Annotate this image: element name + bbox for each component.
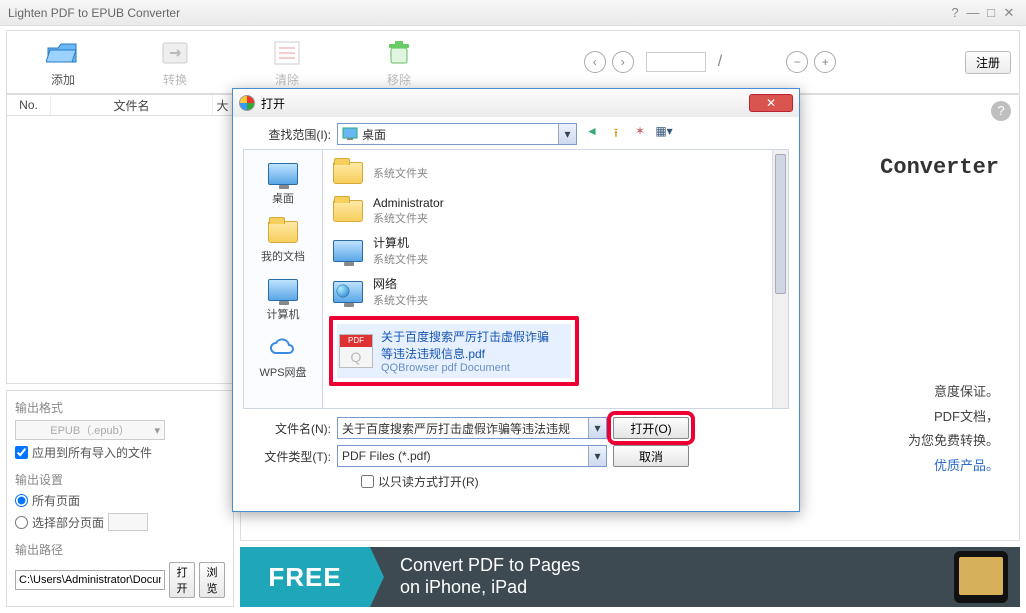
up-icon[interactable]: ⭱ — [607, 124, 625, 145]
lookin-label: 查找范围(I): — [243, 126, 331, 143]
zoom-in-button[interactable]: + — [814, 51, 836, 73]
settings-panel: 输出格式 EPUB（.epub） 应用到所有导入的文件 输出设置 所有页面 选择… — [6, 390, 234, 607]
selected-file-highlight: 关于百度搜索严厉打击虚假诈骗 等违法违规信息.pdf QQBrowser pdf… — [329, 316, 579, 386]
file-table-header: No. 文件名 大 — [6, 94, 234, 116]
open-path-button[interactable]: 打开 — [169, 562, 195, 598]
add-button[interactable]: 添加 — [7, 37, 119, 88]
folder-icon — [333, 200, 363, 222]
view-menu-icon[interactable]: ▦▾ — [655, 124, 673, 145]
browse-path-button[interactable]: 浏览 — [199, 562, 225, 598]
file-item-selected[interactable]: 关于百度搜索严厉打击虚假诈骗 等违法违规信息.pdf QQBrowser pdf… — [337, 324, 571, 378]
file-item[interactable]: Administrator系统文件夹 — [329, 192, 782, 230]
lookin-combo[interactable]: 桌面 ▾ — [337, 123, 577, 145]
readonly-checkbox[interactable]: 以只读方式打开(R) — [361, 473, 789, 490]
cloud-icon — [246, 334, 320, 362]
dialog-cancel-button[interactable]: 取消 — [613, 445, 689, 467]
apply-all-input[interactable] — [15, 446, 28, 459]
zoom-out-button[interactable]: − — [786, 51, 808, 73]
window-titlebar: Lighten PDF to EPUB Converter ? — □ ✕ — [0, 0, 1026, 26]
prev-page-button[interactable]: ‹ — [584, 51, 606, 73]
dialog-titlebar[interactable]: 打开 ✕ — [233, 89, 799, 117]
col-no[interactable]: No. — [7, 95, 51, 115]
output-settings-label: 输出设置 — [15, 471, 225, 488]
place-mydocs[interactable]: 我的文档 — [244, 212, 322, 270]
file-item[interactable]: 网络系统文件夹 — [329, 271, 782, 312]
page-total — [734, 52, 774, 72]
clear-label: 清除 — [231, 71, 343, 88]
file-list[interactable] — [6, 116, 234, 384]
chevron-down-icon[interactable]: ▾ — [558, 124, 576, 144]
dialog-title: 打开 — [261, 95, 285, 112]
file-item[interactable]: 计算机系统文件夹 — [329, 230, 782, 271]
apply-all-checkbox[interactable]: 应用到所有导入的文件 — [15, 444, 225, 461]
dialog-nav-icons: ◄ ⭱ ✶ ▦▾ — [583, 124, 673, 145]
clear-button[interactable]: 清除 — [231, 37, 343, 88]
filetype-combo[interactable]: PDF Files (*.pdf) ▾ — [337, 445, 607, 467]
folder-open-icon — [7, 37, 119, 69]
place-wps[interactable]: WPS网盘 — [244, 328, 322, 386]
file-browser[interactable]: 系统文件夹 Administrator系统文件夹 计算机系统文件夹 网络系统文件… — [323, 149, 789, 409]
remove-label: 移除 — [343, 71, 455, 88]
file-item[interactable]: 系统文件夹 — [329, 154, 782, 192]
place-computer[interactable]: 计算机 — [244, 270, 322, 328]
dialog-close-button[interactable]: ✕ — [749, 94, 793, 112]
pdf-file-icon — [339, 334, 373, 368]
scrollbar[interactable] — [772, 150, 788, 408]
computer-icon — [246, 276, 320, 304]
network-icon — [333, 281, 363, 303]
partial-pages-radio[interactable]: 选择部分页面 — [15, 513, 225, 531]
dialog-app-icon — [239, 95, 255, 111]
output-path-input[interactable] — [15, 570, 165, 590]
maximize-icon[interactable]: □ — [982, 5, 1000, 20]
computer-icon — [333, 240, 363, 262]
col-name[interactable]: 文件名 — [51, 95, 213, 115]
desktop-icon — [246, 160, 320, 188]
places-bar: 桌面 我的文档 计算机 WPS网盘 — [243, 149, 323, 409]
filename-combo[interactable]: 关于百度搜索严厉打击虚假诈骗等违法违规 ▾ — [337, 417, 607, 439]
convert-button[interactable]: 转换 — [119, 37, 231, 88]
register-button[interactable]: 注册 — [965, 51, 1011, 74]
minimize-icon[interactable]: — — [964, 5, 982, 20]
desktop-small-icon — [342, 127, 358, 141]
all-pages-radio[interactable]: 所有页面 — [15, 492, 225, 509]
chevron-down-icon[interactable]: ▾ — [588, 418, 606, 438]
documents-icon — [246, 218, 320, 246]
folder-icon — [333, 162, 363, 184]
add-label: 添加 — [7, 71, 119, 88]
convert-icon — [119, 37, 231, 69]
filetype-label: 文件类型(T): — [243, 448, 331, 465]
scrollbar-thumb[interactable] — [775, 154, 786, 294]
place-desktop[interactable]: 桌面 — [244, 154, 322, 212]
trash-icon — [343, 37, 455, 69]
page-input[interactable] — [646, 52, 706, 72]
window-title: Lighten PDF to EPUB Converter — [8, 6, 946, 20]
back-icon[interactable]: ◄ — [583, 124, 601, 145]
new-folder-icon[interactable]: ✶ — [631, 124, 649, 145]
output-path-label: 输出路径 — [15, 541, 225, 558]
help-button[interactable]: ? — [991, 101, 1011, 121]
page-nav: ‹ › / − + — [455, 51, 965, 73]
convert-label: 转换 — [119, 71, 231, 88]
banner-free-badge: FREE — [240, 547, 370, 607]
col-size[interactable]: 大 — [213, 95, 233, 115]
banner-text: Convert PDF to Pages on iPhone, iPad — [400, 555, 580, 598]
output-format-label: 输出格式 — [15, 399, 225, 416]
output-format-select[interactable]: EPUB（.epub） — [15, 420, 165, 440]
dialog-open-button[interactable]: 打开(O) — [613, 417, 689, 439]
promo-banner[interactable]: FREE Convert PDF to Pages on iPhone, iPa… — [240, 547, 1020, 607]
close-icon[interactable]: ✕ — [1000, 5, 1018, 21]
page-sep: / — [718, 53, 722, 71]
remove-button[interactable]: 移除 — [343, 37, 455, 88]
filename-label: 文件名(N): — [243, 420, 331, 437]
page-from-input[interactable] — [108, 513, 148, 531]
next-page-button[interactable]: › — [612, 51, 634, 73]
open-file-dialog: 打开 ✕ 查找范围(I): 桌面 ▾ ◄ ⭱ ✶ ▦▾ — [232, 88, 800, 512]
main-toolbar: 添加 转换 清除 移除 ‹ › / − + 注册 — [6, 30, 1020, 94]
help-icon[interactable]: ? — [946, 5, 964, 20]
list-clear-icon — [231, 37, 343, 69]
left-pane: No. 文件名 大 输出格式 EPUB（.epub） 应用到所有导入的文件 输出… — [6, 94, 234, 607]
preview-link[interactable]: 优质产品。 — [934, 458, 999, 473]
chevron-down-icon[interactable]: ▾ — [588, 446, 606, 466]
phone-icon — [954, 551, 1008, 603]
